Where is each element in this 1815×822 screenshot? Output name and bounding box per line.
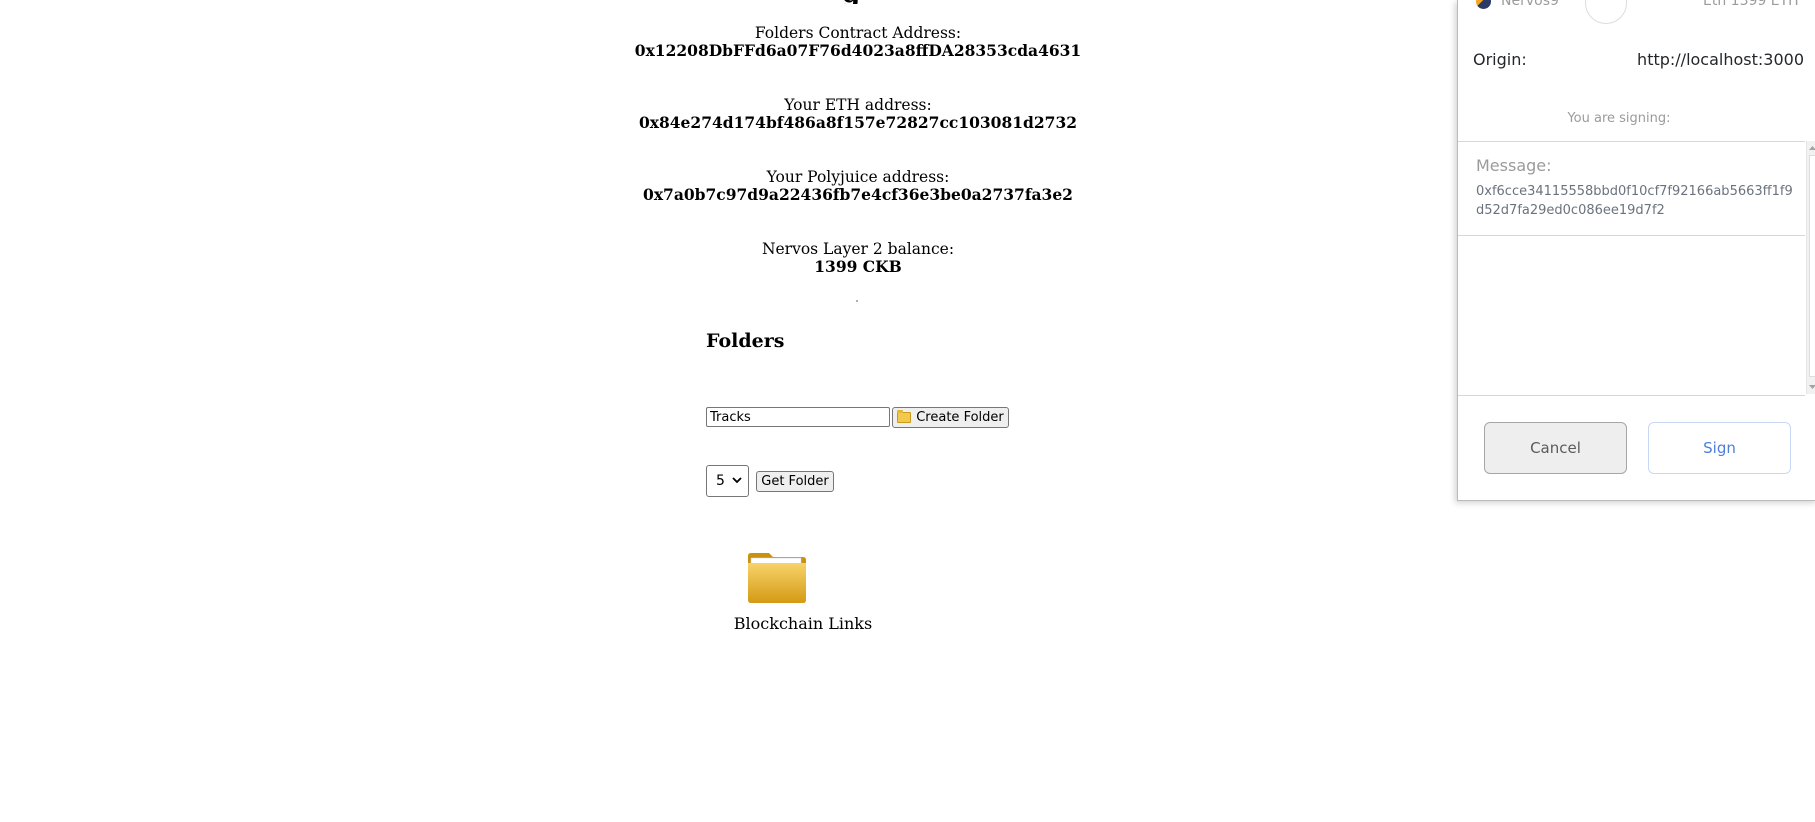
- page-title-fragment: g: [842, 0, 872, 4]
- message-scrollbar[interactable]: [1806, 141, 1815, 394]
- eth-address-label: Your ETH address:: [784, 96, 932, 114]
- account-avatar: [1476, 0, 1491, 9]
- signature-request-popup: Nervos9 Eth 1399 ETH Origin: http://loca…: [1457, 0, 1815, 501]
- folder-item-label: Blockchain Links: [733, 614, 873, 633]
- origin-label: Origin:: [1473, 50, 1527, 69]
- balance-label: Nervos Layer 2 balance:: [761, 240, 955, 258]
- account-balance: Eth 1399 ETH: [1703, 0, 1799, 9]
- sign-button[interactable]: Sign: [1648, 422, 1791, 474]
- message-area[interactable]: Message: 0xf6cce34115558bbd0f10cf7f92166…: [1458, 141, 1805, 396]
- account-name: Nervos9: [1501, 0, 1559, 9]
- contract-address-label: Folders Contract Address:: [754, 24, 962, 42]
- scroll-up-icon[interactable]: [1809, 145, 1815, 151]
- contract-address-block: Folders Contract Address: 0x12208DbFFd6a…: [558, 24, 1158, 60]
- create-folder-button[interactable]: Create Folder: [892, 407, 1009, 428]
- folder-id-select[interactable]: 5: [706, 465, 749, 497]
- folder-id-select-value: 5: [716, 473, 725, 489]
- balance-value: 1399 CKB: [814, 257, 902, 276]
- folder-icon[interactable]: [747, 552, 807, 604]
- folders-heading: Folders: [706, 330, 785, 352]
- get-folder-label: Get Folder: [761, 474, 829, 489]
- account-row: Nervos9 Eth 1399 ETH: [1458, 0, 1815, 24]
- contract-address-value: 0x12208DbFFd6a07F76d4023a8ffDA28353cda46…: [634, 41, 1082, 60]
- polyjuice-address-label: Your Polyjuice address:: [766, 168, 950, 186]
- chevron-down-icon: [732, 477, 742, 484]
- message-box: Message: 0xf6cce34115558bbd0f10cf7f92166…: [1458, 142, 1805, 236]
- message-value: 0xf6cce34115558bbd0f10cf7f92166ab5663ff1…: [1476, 184, 1793, 218]
- scroll-down-icon[interactable]: [1809, 384, 1815, 390]
- get-folder-button[interactable]: Get Folder: [756, 471, 834, 492]
- folder-name-input[interactable]: [706, 407, 890, 427]
- identicon-placeholder: [1585, 0, 1627, 24]
- folder-icon: [897, 410, 912, 423]
- scrollbar-thumb[interactable]: [1809, 155, 1815, 377]
- origin-value: http://localhost:3000: [1637, 50, 1804, 69]
- balance-block: Nervos Layer 2 balance: 1399 CKB: [558, 240, 1158, 276]
- divider-dot: [856, 300, 858, 302]
- message-label: Message:: [1476, 156, 1552, 175]
- signing-label: You are signing:: [1567, 111, 1671, 126]
- polyjuice-address-value: 0x7a0b7c97d9a22436fb7e4cf36e3be0a2737fa3…: [643, 185, 1073, 204]
- eth-address-value: 0x84e274d174bf486a8f157e72827cc103081d27…: [638, 113, 1078, 132]
- eth-address-block: Your ETH address: 0x84e274d174bf486a8f15…: [558, 96, 1158, 132]
- create-folder-label: Create Folder: [916, 410, 1004, 425]
- cancel-button[interactable]: Cancel: [1484, 422, 1627, 474]
- polyjuice-address-block: Your Polyjuice address: 0x7a0b7c97d9a224…: [558, 168, 1158, 204]
